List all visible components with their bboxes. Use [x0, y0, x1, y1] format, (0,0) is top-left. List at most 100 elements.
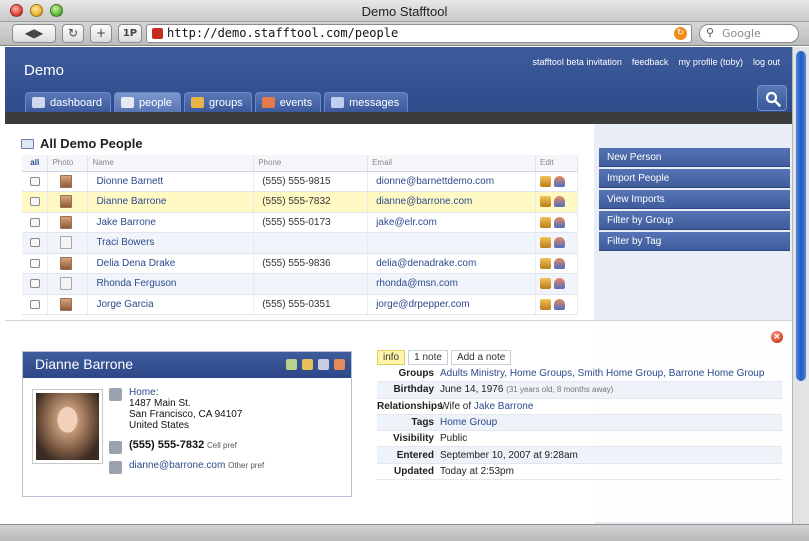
row-select-cell — [22, 171, 49, 192]
table-row[interactable]: Delia Dena Drake (555) 555-9836 delia@dena… — [22, 253, 579, 274]
row-checkbox[interactable] — [29, 279, 40, 289]
my-profile-link[interactable]: my profile (toby) — [678, 57, 743, 67]
edit-pencil-icon[interactable] — [539, 298, 551, 310]
window-title: Demo Stafftool — [361, 4, 448, 19]
column-header-name[interactable]: Name — [87, 155, 255, 172]
column-header-email[interactable]: Email — [367, 155, 536, 172]
person-thumbnail[interactable] — [60, 195, 73, 209]
person-email-link[interactable] — [367, 232, 536, 254]
row-checkbox[interactable] — [29, 176, 40, 186]
send-email-icon[interactable] — [286, 359, 297, 370]
person-email-link[interactable]: dianne@barrone.com — [367, 191, 536, 213]
tab-dashboard[interactable]: dashboard — [25, 92, 111, 112]
person-email-link[interactable]: jake@elr.com — [367, 212, 536, 233]
row-checkbox[interactable] — [29, 217, 40, 227]
person-name-link[interactable]: Dianne Barrone — [87, 191, 255, 213]
table-row[interactable]: Jake Barrone (555) 555-0173 jake@elr.com — [22, 212, 579, 233]
person-email-link[interactable]: dionne@barnettdemo.com — [367, 171, 536, 192]
tab-info[interactable]: info — [377, 350, 406, 365]
tag-link[interactable]: Home Group — [440, 417, 497, 428]
edit-pencil-icon[interactable] — [539, 196, 551, 208]
select-all-header[interactable]: all — [22, 155, 49, 172]
person-name-link[interactable]: Delia Dena Drake — [87, 253, 255, 274]
person-name-link[interactable]: Jake Barrone — [87, 212, 255, 233]
search-field[interactable]: ⚲ Google — [699, 24, 799, 43]
onepassword-button[interactable]: 1P — [118, 24, 142, 43]
person-thumbnail[interactable] — [60, 236, 73, 250]
row-checkbox[interactable] — [29, 258, 40, 268]
address-label[interactable]: Home — [129, 387, 156, 398]
email-link[interactable]: dianne@barrone.com — [129, 460, 225, 471]
back-forward-button[interactable]: ◀▶ — [12, 24, 56, 43]
edit-pencil-icon[interactable] — [539, 278, 551, 290]
edit-cell — [535, 273, 579, 295]
person-email-link[interactable]: rhonda@msn.com — [367, 273, 536, 295]
address-bar[interactable]: http://demo.stafftool.com/people ↻ — [146, 24, 692, 43]
tab-people[interactable]: people — [114, 92, 182, 112]
import-people-button[interactable]: Import People — [599, 169, 790, 188]
add-note-button[interactable]: Add a note — [450, 350, 512, 365]
person-thumbnail[interactable] — [60, 256, 73, 270]
filter-by-group-button[interactable]: Filter by Group — [599, 211, 790, 230]
tab-messages[interactable]: messages — [324, 92, 409, 112]
column-header-phone[interactable]: Phone — [253, 155, 369, 172]
table-row[interactable]: Rhonda Ferguson rhonda@msn.com — [22, 273, 579, 295]
table-row[interactable]: Dionne Barnett (555) 555-9815 dionne@barne… — [22, 171, 579, 192]
person-thumbnail[interactable] — [60, 215, 73, 229]
feedback-link[interactable]: feedback — [632, 57, 669, 67]
spouse-link[interactable]: Jake Barrone — [474, 401, 533, 412]
edit-person-icon[interactable] — [553, 216, 565, 228]
row-select-cell — [22, 253, 49, 274]
table-row[interactable]: Dianne Barrone (555) 555-7832 dianne@barro… — [22, 191, 579, 213]
person-name-link[interactable]: Rhonda Ferguson — [87, 273, 255, 295]
person-name-link[interactable]: Jorge Garcia — [87, 294, 255, 315]
edit-person-icon[interactable] — [553, 175, 565, 187]
edit-person-icon[interactable] — [553, 257, 565, 269]
log-out-link[interactable]: log out — [753, 57, 780, 67]
edit-person-icon[interactable] — [553, 237, 565, 249]
page-scrollbar[interactable] — [792, 47, 809, 524]
person-info-table: Groups Adults Ministry, Home Groups, Smi… — [377, 366, 782, 481]
person-email-link[interactable]: jorge@drpepper.com — [367, 294, 536, 315]
url-text[interactable]: http://demo.stafftool.com/people — [167, 26, 398, 40]
reload-button[interactable]: ↻ — [62, 24, 84, 43]
person-name-link[interactable]: Dionne Barnett — [87, 171, 255, 192]
scrollbar-thumb[interactable] — [796, 51, 806, 381]
person-thumbnail[interactable] — [60, 277, 73, 291]
view-imports-button[interactable]: View Imports — [599, 190, 790, 209]
row-checkbox[interactable] — [29, 299, 40, 309]
row-select-cell — [22, 232, 49, 254]
row-checkbox[interactable] — [29, 197, 40, 207]
edit-pencil-icon[interactable] — [539, 237, 551, 249]
edit-person-icon[interactable] — [553, 298, 565, 310]
table-row[interactable]: Jorge Garcia (555) 555-0351 jorge@drpepper… — [22, 294, 579, 315]
tab-groups[interactable]: groups — [184, 92, 252, 112]
edit-person-icon[interactable] — [553, 278, 565, 290]
row-checkbox[interactable] — [29, 238, 40, 248]
person-email-link[interactable]: delia@denadrake.com — [367, 253, 536, 274]
card-actions — [286, 359, 345, 370]
header-search-button[interactable] — [757, 85, 787, 111]
relationships-icon[interactable] — [334, 359, 345, 370]
filter-by-tag-button[interactable]: Filter by Tag — [599, 232, 790, 251]
rss-icon[interactable]: ↻ — [674, 27, 687, 40]
person-thumbnail[interactable] — [60, 297, 73, 311]
table-row[interactable]: Traci Bowers — [22, 232, 579, 254]
edit-person-icon[interactable] — [553, 196, 565, 208]
edit-cell — [535, 171, 579, 192]
edit-pencil-icon[interactable] — [539, 175, 551, 187]
edit-pencil-icon[interactable] — [539, 216, 551, 228]
add-bookmark-button[interactable]: + — [90, 24, 112, 43]
vcard-icon[interactable] — [318, 359, 329, 370]
info-row-groups: Groups Adults Ministry, Home Groups, Smi… — [377, 366, 782, 383]
tab-events[interactable]: events — [254, 92, 322, 112]
tab-notes[interactable]: 1 note — [408, 350, 448, 365]
edit-pencil-icon[interactable] — [539, 257, 551, 269]
groups-links[interactable]: Adults Ministry, Home Groups, Smith Home… — [440, 368, 764, 379]
new-person-button[interactable]: New Person — [599, 148, 790, 167]
close-icon[interactable]: × — [771, 331, 783, 343]
person-name-link[interactable]: Traci Bowers — [87, 232, 255, 254]
edit-person-icon[interactable] — [302, 359, 313, 370]
person-thumbnail[interactable] — [60, 174, 73, 188]
beta-invitation-link[interactable]: stafftool beta invitation — [533, 57, 622, 67]
